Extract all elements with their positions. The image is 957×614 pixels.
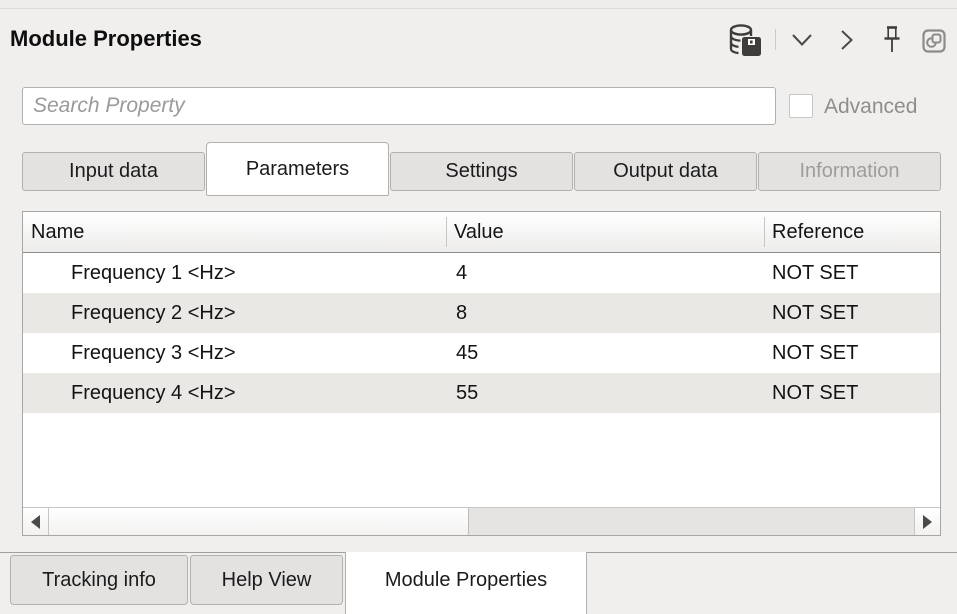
parameters-table: Name Value Reference Frequency 1 <Hz> 4 … (22, 211, 941, 536)
tab-information: Information (758, 152, 941, 191)
column-header-value[interactable]: Value (454, 212, 504, 252)
table-row[interactable]: Frequency 2 <Hz> 8 NOT SET (23, 293, 940, 333)
row-name: Frequency 4 <Hz> (71, 373, 236, 413)
column-header-name[interactable]: Name (31, 212, 84, 252)
row-name: Frequency 3 <Hz> (71, 333, 236, 373)
row-reference[interactable]: NOT SET (772, 253, 858, 293)
tab-input-data[interactable]: Input data (22, 152, 205, 191)
database-save-button[interactable] (726, 22, 764, 58)
row-reference[interactable]: NOT SET (772, 333, 858, 373)
horizontal-scrollbar[interactable] (23, 507, 940, 535)
row-value[interactable]: 8 (456, 293, 467, 333)
advanced-checkbox[interactable] (789, 94, 813, 118)
scrollbar-thumb[interactable] (49, 508, 469, 535)
left-arrow-icon (31, 515, 40, 529)
table-row[interactable]: Frequency 1 <Hz> 4 NOT SET (23, 253, 940, 293)
tab-output-data[interactable]: Output data (574, 152, 757, 191)
scroll-right-button[interactable] (914, 508, 940, 535)
row-value[interactable]: 4 (456, 253, 467, 293)
pin-icon (881, 25, 903, 54)
page-title: Module Properties (10, 26, 202, 52)
panel-top-border (0, 0, 957, 9)
row-value[interactable]: 45 (456, 333, 478, 373)
column-separator[interactable] (764, 217, 765, 247)
right-arrow-icon (923, 515, 932, 529)
table-header: Name Value Reference (23, 212, 940, 253)
chevron-down-icon (791, 33, 813, 47)
pin-panel-button[interactable] (880, 24, 904, 55)
float-window-button[interactable] (921, 28, 947, 54)
expand-menu-button[interactable] (790, 32, 814, 48)
bottom-tab-help-view[interactable]: Help View (190, 555, 343, 605)
scroll-left-button[interactable] (23, 508, 49, 535)
collapse-panel-button[interactable] (839, 28, 855, 52)
database-save-icon (727, 23, 763, 57)
restore-window-icon (922, 29, 946, 53)
tab-parameters[interactable]: Parameters (206, 142, 389, 196)
column-separator[interactable] (446, 217, 447, 247)
chevron-right-icon (840, 29, 854, 51)
bottom-tab-module-properties[interactable]: Module Properties (345, 552, 587, 614)
search-input[interactable] (22, 87, 776, 125)
row-value[interactable]: 55 (456, 373, 478, 413)
advanced-checkbox-label: Advanced (824, 95, 917, 119)
table-body: Frequency 1 <Hz> 4 NOT SET Frequency 2 <… (23, 253, 940, 413)
column-header-reference[interactable]: Reference (772, 212, 864, 252)
scrollbar-track[interactable] (49, 508, 914, 535)
row-name: Frequency 2 <Hz> (71, 293, 236, 333)
row-reference[interactable]: NOT SET (772, 293, 858, 333)
property-tab-bar: Input data Settings Output data Informat… (22, 142, 941, 198)
toolbar-divider (775, 29, 776, 50)
tab-settings[interactable]: Settings (390, 152, 573, 191)
row-reference[interactable]: NOT SET (772, 373, 858, 413)
table-row[interactable]: Frequency 4 <Hz> 55 NOT SET (23, 373, 940, 413)
row-name: Frequency 1 <Hz> (71, 253, 236, 293)
bottom-tab-tracking-info[interactable]: Tracking info (10, 555, 188, 605)
table-row[interactable]: Frequency 3 <Hz> 45 NOT SET (23, 333, 940, 373)
